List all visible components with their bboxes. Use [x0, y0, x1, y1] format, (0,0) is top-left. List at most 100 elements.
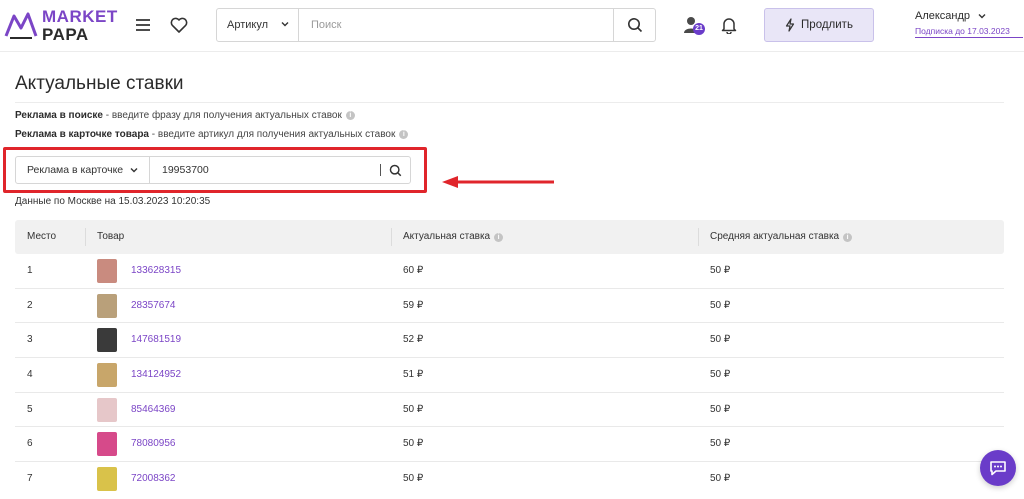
- product-thumbnail[interactable]: [97, 363, 117, 388]
- info-icon[interactable]: i: [494, 232, 504, 242]
- table-row: 1 133628315 60 ₽ 50 ₽: [15, 254, 1004, 289]
- column-divider: [391, 228, 392, 246]
- product-sku-link[interactable]: 78080956: [131, 427, 176, 461]
- cell-place: 4: [27, 369, 33, 381]
- menu-icon[interactable]: [132, 14, 154, 36]
- column-header-bid-label: Актуальная ставка: [403, 231, 491, 242]
- subscription-link[interactable]: Подписка до 17.03.2023: [915, 26, 1023, 38]
- search-input[interactable]: [299, 9, 613, 41]
- cell-bid: 52 ₽: [403, 334, 424, 346]
- table-row: 5 85464369 50 ₽ 50 ₽: [15, 393, 1004, 428]
- logo-text-top: MARKET: [42, 7, 118, 26]
- cell-place: 1: [27, 265, 33, 276]
- chevron-down-icon: [978, 14, 986, 19]
- user-name[interactable]: Александр: [915, 10, 1023, 22]
- cell-avg-bid: 50 ₽: [710, 299, 731, 311]
- pointer-arrow-icon: [442, 176, 554, 188]
- notifications-count-badge: 21: [693, 23, 705, 35]
- ad-type-label: Реклама в карточке: [27, 164, 124, 176]
- cell-bid: 50 ₽: [403, 403, 424, 415]
- cell-place: 2: [27, 299, 33, 311]
- cell-avg-bid: 50 ₽: [710, 334, 731, 346]
- hint-card-ads-title: Реклама в карточке товара: [15, 129, 149, 140]
- hint-search-ads-title: Реклама в поиске: [15, 110, 103, 121]
- search-scope-select[interactable]: Артикул: [217, 9, 299, 41]
- table-row: 3 147681519 52 ₽ 50 ₽: [15, 323, 1004, 359]
- product-thumbnail[interactable]: [97, 328, 117, 353]
- hint-card-ads-text: - введите артикул для получения актуальн…: [149, 129, 396, 140]
- info-icon[interactable]: i: [843, 232, 853, 242]
- cell-avg-bid: 50 ₽: [710, 369, 731, 381]
- table-row: 2 28357674 59 ₽ 50 ₽: [15, 289, 1004, 324]
- table-row: 6 78080956 50 ₽ 50 ₽: [15, 427, 1004, 463]
- cell-place: 7: [27, 473, 33, 485]
- product-sku-link[interactable]: 134124952: [131, 358, 181, 392]
- bell-icon[interactable]: [717, 13, 741, 37]
- product-sku-link[interactable]: 85464369: [131, 393, 176, 427]
- article-search-button[interactable]: [380, 157, 410, 183]
- chat-support-button[interactable]: [980, 450, 1016, 486]
- cell-place: 3: [27, 334, 33, 346]
- search-button[interactable]: [613, 9, 655, 41]
- user-name-label: Александр: [915, 10, 971, 22]
- article-input[interactable]: [150, 157, 380, 183]
- column-header-avg-bid-label: Средняя актуальная ставка: [710, 231, 840, 242]
- table-row: 7 72008362 50 ₽ 50 ₽: [15, 462, 1004, 497]
- top-bar: MARKET PAPA Артикул 21 Продлить Александ…: [0, 0, 1024, 52]
- search-icon: [627, 18, 642, 33]
- chevron-down-icon: [281, 22, 289, 27]
- logo-mark-icon: [4, 12, 38, 39]
- search-icon: [389, 164, 401, 176]
- cell-bid: 51 ₽: [403, 369, 424, 381]
- cell-avg-bid: 50 ₽: [710, 438, 731, 450]
- product-sku-link[interactable]: 147681519: [131, 323, 181, 357]
- bid-lookup-form: Реклама в карточке: [15, 156, 411, 184]
- extend-label: Продлить: [801, 19, 853, 31]
- product-sku-link[interactable]: 28357674: [131, 289, 176, 323]
- cell-bid: 50 ₽: [403, 473, 424, 485]
- product-sku-link[interactable]: 72008362: [131, 462, 176, 496]
- bids-table: Место Товар Актуальная ставка i Средняя …: [15, 220, 1004, 497]
- logo[interactable]: MARKET PAPA: [4, 4, 117, 46]
- column-header-avg-bid: Средняя актуальная ставка i: [710, 220, 853, 254]
- hint-card-ads: Реклама в карточке товара - введите арти…: [15, 129, 409, 140]
- favorites-heart-icon[interactable]: [168, 14, 190, 36]
- column-header-place: Место: [27, 231, 57, 242]
- hint-search-ads: Реклама в поиске - введите фразу для пол…: [15, 110, 355, 121]
- column-header-product: Товар: [97, 231, 125, 242]
- divider: [15, 102, 1004, 103]
- product-thumbnail[interactable]: [97, 293, 117, 318]
- main-content: Актуальные ставки Реклама в поиске - вве…: [0, 60, 1024, 499]
- column-divider: [698, 228, 699, 246]
- header-search: Артикул: [216, 8, 656, 42]
- cell-bid: 59 ₽: [403, 299, 424, 311]
- product-sku-link[interactable]: 133628315: [131, 254, 181, 288]
- product-thumbnail[interactable]: [97, 259, 117, 283]
- product-thumbnail[interactable]: [97, 397, 117, 422]
- column-header-bid: Актуальная ставка i: [403, 220, 504, 254]
- info-icon[interactable]: i: [345, 111, 355, 120]
- logo-text-bottom: PAPA: [42, 25, 89, 44]
- chat-icon: [990, 461, 1006, 476]
- cell-avg-bid: 50 ₽: [710, 473, 731, 485]
- hint-search-ads-text: - введите фразу для получения актуальных…: [102, 110, 342, 121]
- product-thumbnail[interactable]: [97, 467, 117, 492]
- cell-avg-bid: 50 ₽: [710, 403, 731, 415]
- cell-avg-bid: 50 ₽: [710, 265, 731, 276]
- cell-place: 5: [27, 403, 33, 415]
- ad-type-select[interactable]: Реклама в карточке: [16, 157, 150, 183]
- extend-subscription-button[interactable]: Продлить: [764, 8, 874, 42]
- user-menu[interactable]: Александр Подписка до 17.03.2023: [915, 10, 1023, 38]
- table-header: Место Товар Актуальная ставка i Средняя …: [15, 220, 1004, 254]
- product-thumbnail[interactable]: [97, 432, 117, 457]
- cell-place: 6: [27, 438, 33, 450]
- lightning-icon: [785, 18, 795, 32]
- search-scope-label: Артикул: [227, 19, 269, 31]
- cell-bid: 60 ₽: [403, 265, 424, 276]
- table-row: 4 134124952 51 ₽ 50 ₽: [15, 358, 1004, 393]
- data-timestamp-note: Данные по Москве на 15.03.2023 10:20:35: [15, 196, 211, 207]
- info-icon[interactable]: i: [399, 130, 409, 139]
- page-title: Актуальные ставки: [15, 73, 184, 94]
- cell-bid: 50 ₽: [403, 438, 424, 450]
- chevron-down-icon: [130, 168, 138, 173]
